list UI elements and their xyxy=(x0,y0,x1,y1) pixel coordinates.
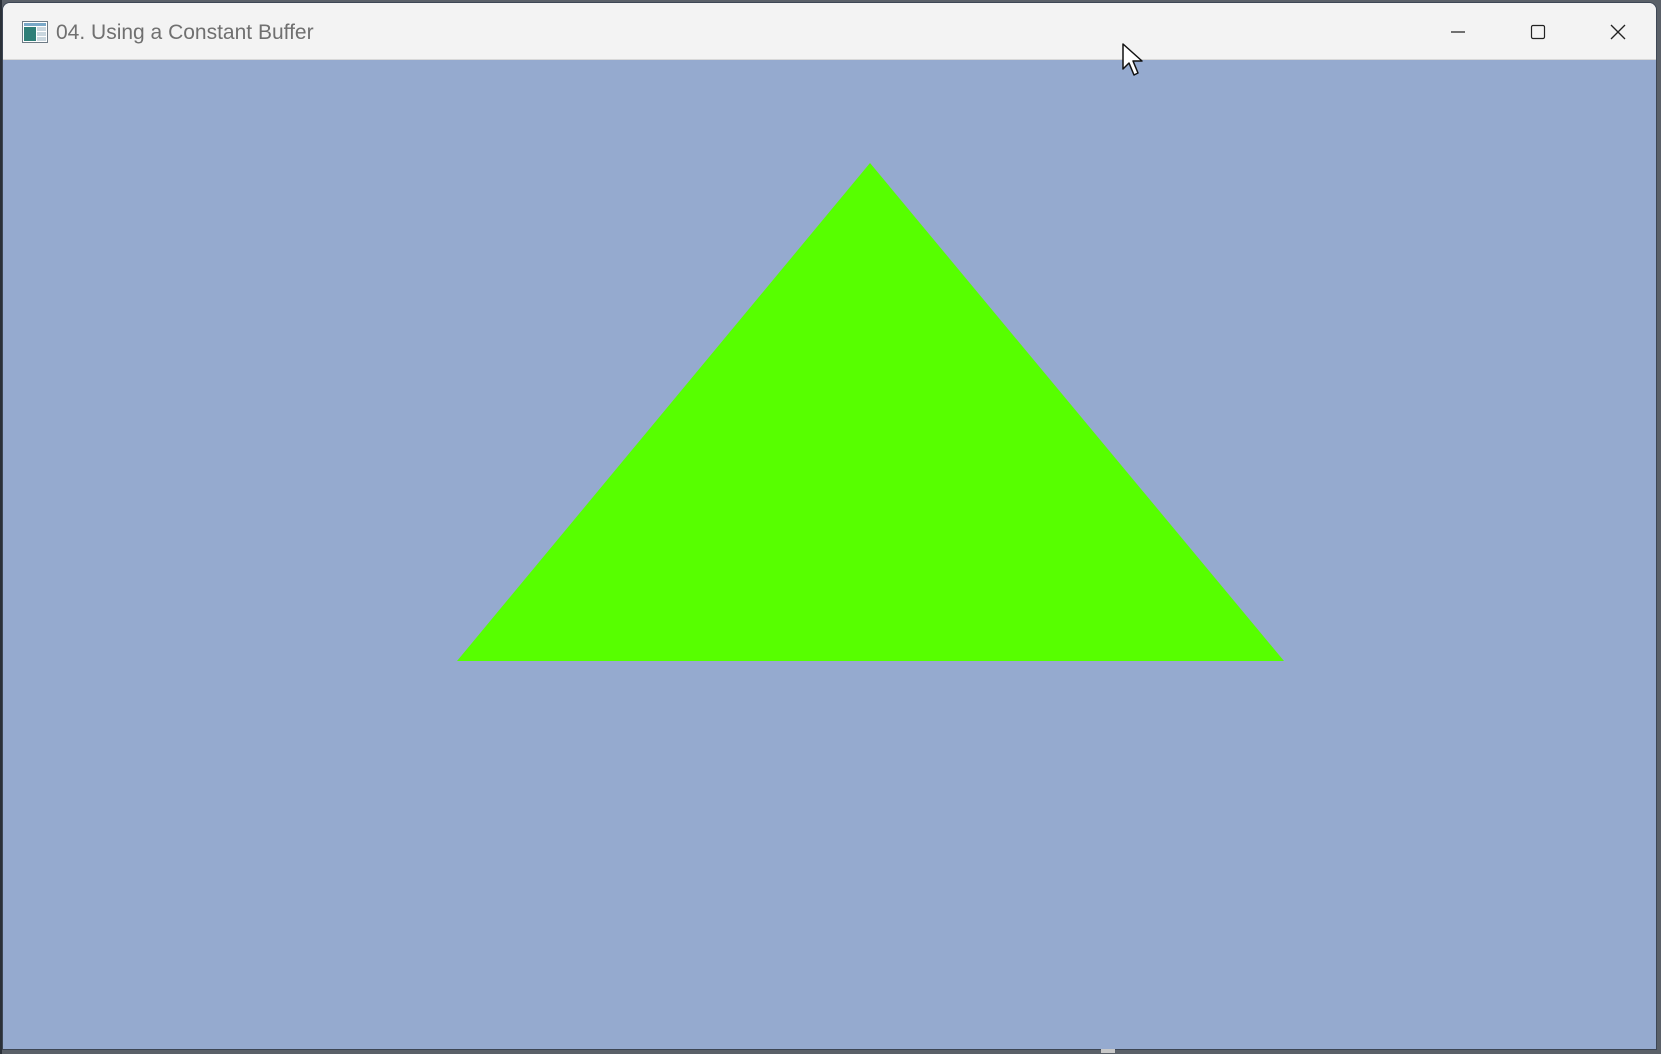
window-resize-mark xyxy=(1101,1049,1115,1053)
minimize-button[interactable] xyxy=(1419,3,1497,60)
close-button[interactable] xyxy=(1579,3,1656,60)
close-icon xyxy=(1610,24,1626,39)
maximize-icon xyxy=(1530,24,1546,39)
maximize-button[interactable] xyxy=(1499,3,1577,60)
title-bar[interactable]: 04. Using a Constant Buffer xyxy=(3,3,1656,60)
app-window: 04. Using a Constant Buffer xyxy=(2,2,1657,1050)
render-canvas xyxy=(3,60,1656,1049)
application-window-icon xyxy=(22,21,48,43)
minimize-icon xyxy=(1451,30,1465,33)
window-title: 04. Using a Constant Buffer xyxy=(56,21,314,44)
render-viewport[interactable] xyxy=(3,60,1656,1049)
